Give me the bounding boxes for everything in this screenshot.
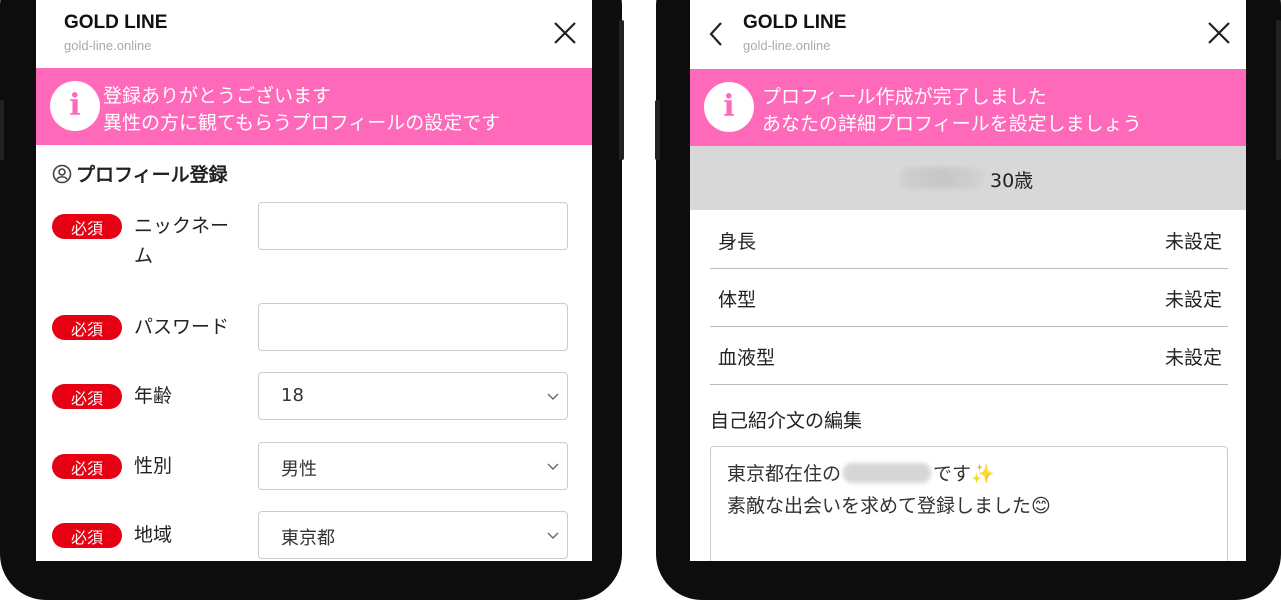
- close-icon: [1208, 22, 1230, 44]
- info-icon: i: [50, 81, 100, 131]
- gender-select[interactable]: 男性: [258, 442, 568, 490]
- app-title: GOLD LINE: [743, 12, 847, 33]
- age-select-value: 18: [281, 385, 304, 406]
- intro-edit-title: 自己紹介文の編集: [710, 410, 863, 432]
- info-icon: i: [704, 82, 754, 132]
- detail-label: 身長: [718, 231, 757, 253]
- blurred-nickname: [900, 167, 984, 189]
- required-badge: 必須: [52, 315, 122, 340]
- app-header: GOLD LINE gold-line.online: [690, 0, 1246, 68]
- required-badge: 必須: [52, 384, 122, 409]
- phone-side-button: [0, 100, 4, 160]
- detail-row-height[interactable]: 身長 未設定: [710, 211, 1228, 269]
- intro-textarea[interactable]: 東京都在住の です✨ 素敵な出会いを求めて登録しました😊: [710, 446, 1228, 561]
- back-button[interactable]: [706, 20, 728, 48]
- close-button[interactable]: [552, 20, 578, 46]
- phone-side-button: [1276, 20, 1281, 160]
- chevron-down-icon: [547, 463, 559, 470]
- detail-value: 未設定: [1164, 289, 1222, 311]
- detail-row-blood-type[interactable]: 血液型 未設定: [710, 327, 1228, 385]
- region-select[interactable]: 東京都: [258, 511, 568, 559]
- chevron-left-icon: [709, 22, 722, 46]
- profile-detail-screen: GOLD LINE gold-line.online i プロフィール作成が完了…: [690, 0, 1246, 561]
- detail-row-body-type[interactable]: 体型 未設定: [710, 269, 1228, 327]
- chevron-down-icon: [547, 532, 559, 539]
- intro-text-line: 東京都在住の です✨: [727, 459, 995, 486]
- blurred-text: [843, 463, 932, 483]
- detail-label: 体型: [718, 289, 757, 311]
- profile-age: 30歳: [990, 170, 1034, 192]
- required-badge: 必須: [52, 523, 122, 548]
- app-url: gold-line.online: [743, 38, 831, 53]
- user-circle-icon: [52, 164, 72, 184]
- banner-message: プロフィール作成が完了しました: [762, 86, 1047, 108]
- age-select[interactable]: 18: [258, 372, 568, 420]
- field-label: パスワード: [134, 316, 230, 338]
- detail-label: 血液型: [718, 347, 776, 369]
- required-badge: 必須: [52, 214, 122, 239]
- banner-message: あなたの詳細プロフィールを設定しましょう: [762, 113, 1142, 135]
- app-title: GOLD LINE: [64, 12, 168, 33]
- chevron-down-icon: [547, 393, 559, 400]
- region-select-value: 東京都: [281, 528, 335, 549]
- close-icon: [554, 22, 576, 44]
- app-url: gold-line.online: [64, 38, 152, 53]
- intro-text-part: 東京都在住の: [727, 463, 842, 485]
- field-label: ニックネーム: [134, 215, 230, 267]
- field-label: 地域: [134, 524, 173, 546]
- gender-select-value: 男性: [281, 459, 317, 480]
- phone-side-button: [619, 20, 624, 160]
- close-button[interactable]: [1206, 20, 1232, 46]
- field-label: 性別: [134, 455, 173, 477]
- nickname-input[interactable]: [258, 202, 568, 250]
- phone-side-button: [655, 100, 660, 160]
- info-banner: i 登録ありがとうございます 異性の方に観てもらうプロフィールの設定です: [36, 68, 592, 145]
- intro-text-part: です✨: [933, 463, 995, 485]
- section-title-text: プロフィール登録: [76, 164, 228, 186]
- detail-value: 未設定: [1164, 231, 1222, 253]
- app-header: GOLD LINE gold-line.online: [36, 0, 592, 68]
- banner-message: 異性の方に観てもらうプロフィールの設定です: [103, 112, 501, 134]
- profile-summary-bar: 30歳: [690, 146, 1246, 210]
- registration-screen: GOLD LINE gold-line.online i 登録ありがとうございま…: [36, 0, 592, 561]
- section-title: プロフィール登録: [52, 160, 228, 187]
- banner-message: 登録ありがとうございます: [103, 85, 332, 107]
- field-label: 年齢: [134, 385, 173, 407]
- detail-value: 未設定: [1164, 347, 1222, 369]
- intro-text-line: 素敵な出会いを求めて登録しました😊: [727, 495, 1051, 517]
- info-banner: i プロフィール作成が完了しました あなたの詳細プロフィールを設定しましょう: [690, 69, 1246, 146]
- password-input[interactable]: [258, 303, 568, 351]
- required-badge: 必須: [52, 454, 122, 479]
